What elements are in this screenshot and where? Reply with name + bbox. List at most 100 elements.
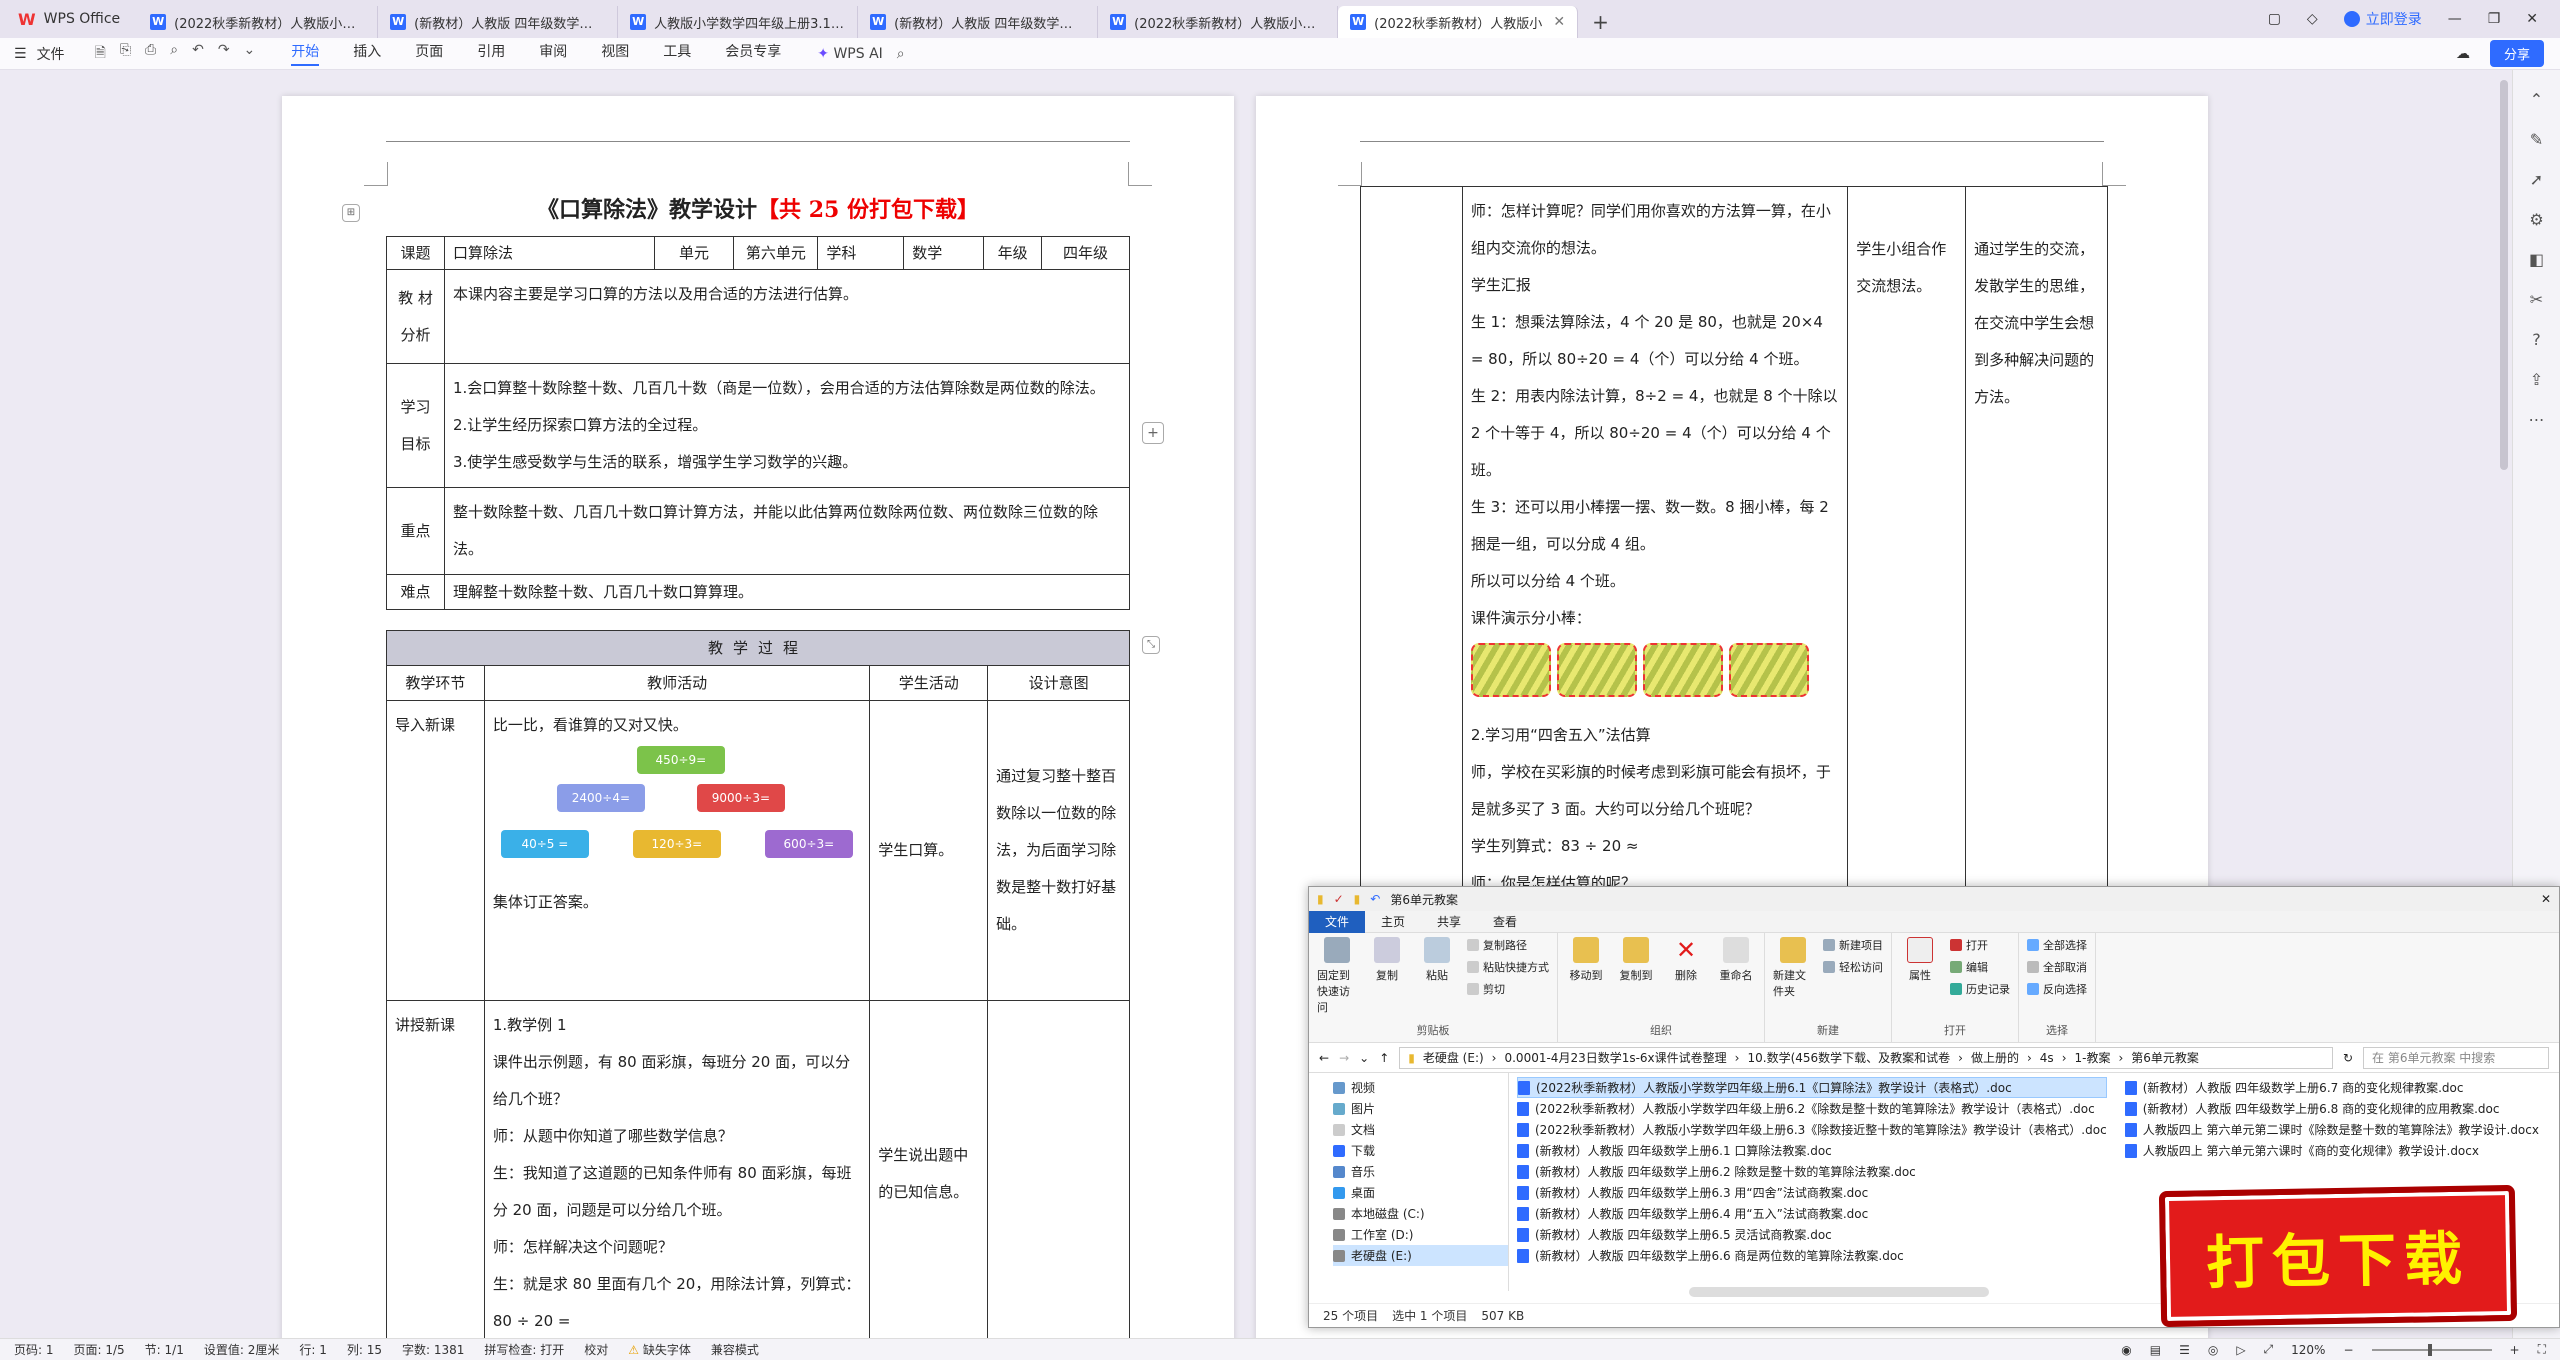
nav-item-drive-c[interactable]: 本地磁盘 (C:)	[1333, 1203, 1508, 1224]
tab-home[interactable]: 主页	[1365, 911, 1421, 933]
file-item[interactable]: (新教材）人教版 四年级数学上册6.6 商是两位数的笔算除法教案.doc	[1517, 1245, 2107, 1266]
breadcrumb-item[interactable]: 第6单元教案	[2131, 1049, 2199, 1066]
wps-home-tab[interactable]: W WPS Office	[0, 0, 138, 38]
file-item[interactable]: (新教材）人教版 四年级数学上册6.4 用“五入”法试商教案.doc	[1517, 1203, 2107, 1224]
play-icon[interactable]: ▷	[2236, 1343, 2245, 1357]
new-item-button[interactable]: 新建项目	[1823, 937, 1883, 953]
paste-button[interactable]: 粘贴	[1417, 937, 1457, 1015]
status-setting[interactable]: 设置值: 2厘米	[204, 1341, 280, 1358]
preview-icon[interactable]: ⌕	[170, 42, 178, 66]
nav-item-drive-d[interactable]: 工作室 (D:)	[1333, 1224, 1508, 1245]
close-window-button[interactable]: ✕	[2541, 892, 2551, 906]
select-icon[interactable]: ➚	[2527, 170, 2547, 190]
file-item[interactable]: (2022秋季新教材）人教版小学数学四年级上册6.3《除数接近整十数的笔算除法》…	[1517, 1119, 2107, 1140]
select-none-button[interactable]: 全部取消	[2027, 959, 2087, 975]
breadcrumb-item[interactable]: 1-教案	[2075, 1049, 2111, 1066]
nav-item-downloads[interactable]: 下载	[1333, 1140, 1508, 1161]
zoom-level[interactable]: 120%	[2291, 1343, 2325, 1357]
tab-insert[interactable]: 插入	[353, 41, 381, 66]
share-icon[interactable]: ⇪	[2527, 370, 2547, 390]
new-folder-icon[interactable]: ▮	[1354, 892, 1361, 906]
print-icon[interactable]: ⎙	[145, 42, 156, 66]
document-tab[interactable]: W(2022秋季新教材）人教版小学数学四年级上册	[138, 6, 379, 38]
skin-icon[interactable]: ◇	[2307, 11, 2318, 27]
table-resize-handle[interactable]: ⤡	[1142, 636, 1160, 654]
nav-item-desktop[interactable]: 桌面	[1333, 1182, 1508, 1203]
status-spellcheck[interactable]: 拼写检查: 打开	[484, 1341, 564, 1358]
path-input[interactable]: ▮ 老硬盘 (E:) › 0.0001-4月23日数学1s-6x课件试卷整理 › 1…	[1399, 1046, 2333, 1069]
rename-button[interactable]: 重命名	[1716, 937, 1756, 983]
wps-ai-button[interactable]: ✦ WPS AI	[817, 46, 883, 62]
file-item[interactable]: 人教版四上 第六单元第六课时《商的变化规律》教学设计.docx	[2124, 1140, 2539, 1161]
file-item[interactable]: 人教版四上 第六单元第二课时《除数是整十数的笔算除法》教学设计.docx	[2124, 1119, 2539, 1140]
outline-view-icon[interactable]: ☰	[2179, 1343, 2190, 1357]
zoom-in-icon[interactable]: +	[2510, 1343, 2520, 1357]
more-icon[interactable]: ⋯	[2527, 410, 2547, 430]
table-move-handle[interactable]: ⊞	[342, 204, 360, 222]
copy-to-button[interactable]: 复制到	[1616, 937, 1656, 983]
document-tab[interactable]: W (新教材）人教版 四年级数学上册	[378, 6, 619, 38]
document-tab[interactable]: W (2022秋季新教材）人教版小学数学	[1098, 6, 1339, 38]
status-pages[interactable]: 页面: 1/5	[74, 1341, 125, 1358]
file-item[interactable]: (新教材）人教版 四年级数学上册6.1 口算除法教案.doc	[1517, 1140, 2107, 1161]
breadcrumb-item[interactable]: 4s	[2040, 1051, 2054, 1065]
close-window-button[interactable]: ✕	[2526, 11, 2538, 27]
breadcrumb-item[interactable]: 10.数学(456数学下载、及教案和试卷	[1747, 1049, 1950, 1066]
file-item[interactable]: (新教材）人教版 四年级数学上册6.5 灵活试商教案.doc	[1517, 1224, 2107, 1245]
chevron-down-icon[interactable]: ⌄	[1359, 1051, 1369, 1065]
file-item[interactable]: (新教材）人教版 四年级数学上册6.8 商的变化规律的应用教案.doc	[2124, 1098, 2539, 1119]
tools-icon[interactable]: ✂	[2527, 290, 2547, 310]
cloud-sync-icon[interactable]: ☁	[2456, 46, 2470, 62]
tab-review[interactable]: 审阅	[539, 41, 567, 66]
file-menu[interactable]: 文件	[37, 44, 65, 64]
up-icon[interactable]: ↑	[1379, 1051, 1389, 1065]
search-icon[interactable]: ⌕	[897, 46, 905, 62]
move-to-button[interactable]: 移动到	[1566, 937, 1606, 983]
status-word-count[interactable]: 字数: 1381	[402, 1341, 464, 1358]
tab-share[interactable]: 共享	[1421, 911, 1477, 933]
edit-button[interactable]: 编辑	[1950, 959, 2010, 975]
tab-file[interactable]: 文件	[1309, 910, 1366, 933]
redo-icon[interactable]: ↷	[218, 42, 230, 66]
settings-icon[interactable]: ⚙	[2527, 210, 2547, 230]
document-tab[interactable]: W人教版小学数学四年级上册3.1《公顷	[618, 6, 859, 38]
eye-icon[interactable]: ◉	[2121, 1343, 2131, 1357]
new-folder-button[interactable]: 新建文件夹	[1773, 937, 1813, 999]
file-item[interactable]: (新教材）人教版 四年级数学上册6.2 除数是整十数的笔算除法教案.doc	[1517, 1161, 2107, 1182]
easy-access-button[interactable]: 轻松访问	[1823, 959, 1883, 975]
edit-icon[interactable]: ✎	[2527, 130, 2547, 150]
breadcrumb-item[interactable]: 做上册的	[1971, 1049, 2019, 1066]
nav-item-videos[interactable]: 视频	[1333, 1077, 1508, 1098]
paste-shortcut-button[interactable]: 粘贴快捷方式	[1467, 959, 1549, 975]
open-button[interactable]: 打开	[1950, 937, 2010, 953]
pin-quick-access-button[interactable]: 固定到快速访问	[1317, 937, 1357, 1015]
nav-item-drive-e[interactable]: 老硬盘 (E:)	[1333, 1245, 1508, 1266]
file-item[interactable]: (新教材）人教版 四年级数学上册6.3 用“四舍”法试商教案.doc	[1517, 1182, 2107, 1203]
chevron-down-icon[interactable]: ⌄	[244, 42, 256, 66]
tab-page[interactable]: 页面	[415, 41, 443, 66]
style-icon[interactable]: ◧	[2527, 250, 2547, 270]
tab-view[interactable]: 视图	[601, 41, 629, 66]
fullscreen-icon[interactable]: ⛶	[2538, 1342, 2546, 1357]
web-view-icon[interactable]: ◎	[2208, 1343, 2218, 1357]
page-view-icon[interactable]: ▤	[2150, 1343, 2161, 1357]
history-button[interactable]: 历史记录	[1950, 981, 2010, 997]
tab-references[interactable]: 引用	[477, 41, 505, 66]
status-proofread[interactable]: 校对	[584, 1341, 608, 1358]
search-input[interactable]: 在 第6单元教案 中搜索	[2363, 1046, 2549, 1069]
undo-icon[interactable]: ↶	[1370, 892, 1380, 906]
zoom-out-icon[interactable]: −	[2343, 1343, 2353, 1357]
delete-button[interactable]: ✕ 删除	[1666, 937, 1706, 983]
add-column-button[interactable]: +	[1142, 422, 1164, 444]
export-icon[interactable]: ⎘	[120, 42, 131, 66]
properties-button[interactable]: 属性	[1900, 937, 1940, 997]
file-item[interactable]: (2022秋季新教材）人教版小学数学四年级上册6.1《口算除法》教学设计（表格式…	[1517, 1077, 2107, 1098]
tab-tools[interactable]: 工具	[663, 41, 691, 66]
maximize-button[interactable]: ❐	[2488, 11, 2501, 27]
status-missing-fonts[interactable]: ⚠ 缺失字体	[628, 1341, 691, 1358]
share-button[interactable]: 分享	[2489, 40, 2544, 67]
new-tab-button[interactable]: +	[1578, 6, 1623, 38]
minimize-button[interactable]: —	[2448, 11, 2462, 27]
select-all-button[interactable]: 全部选择	[2027, 937, 2087, 953]
refresh-icon[interactable]: ↻	[2343, 1051, 2353, 1065]
